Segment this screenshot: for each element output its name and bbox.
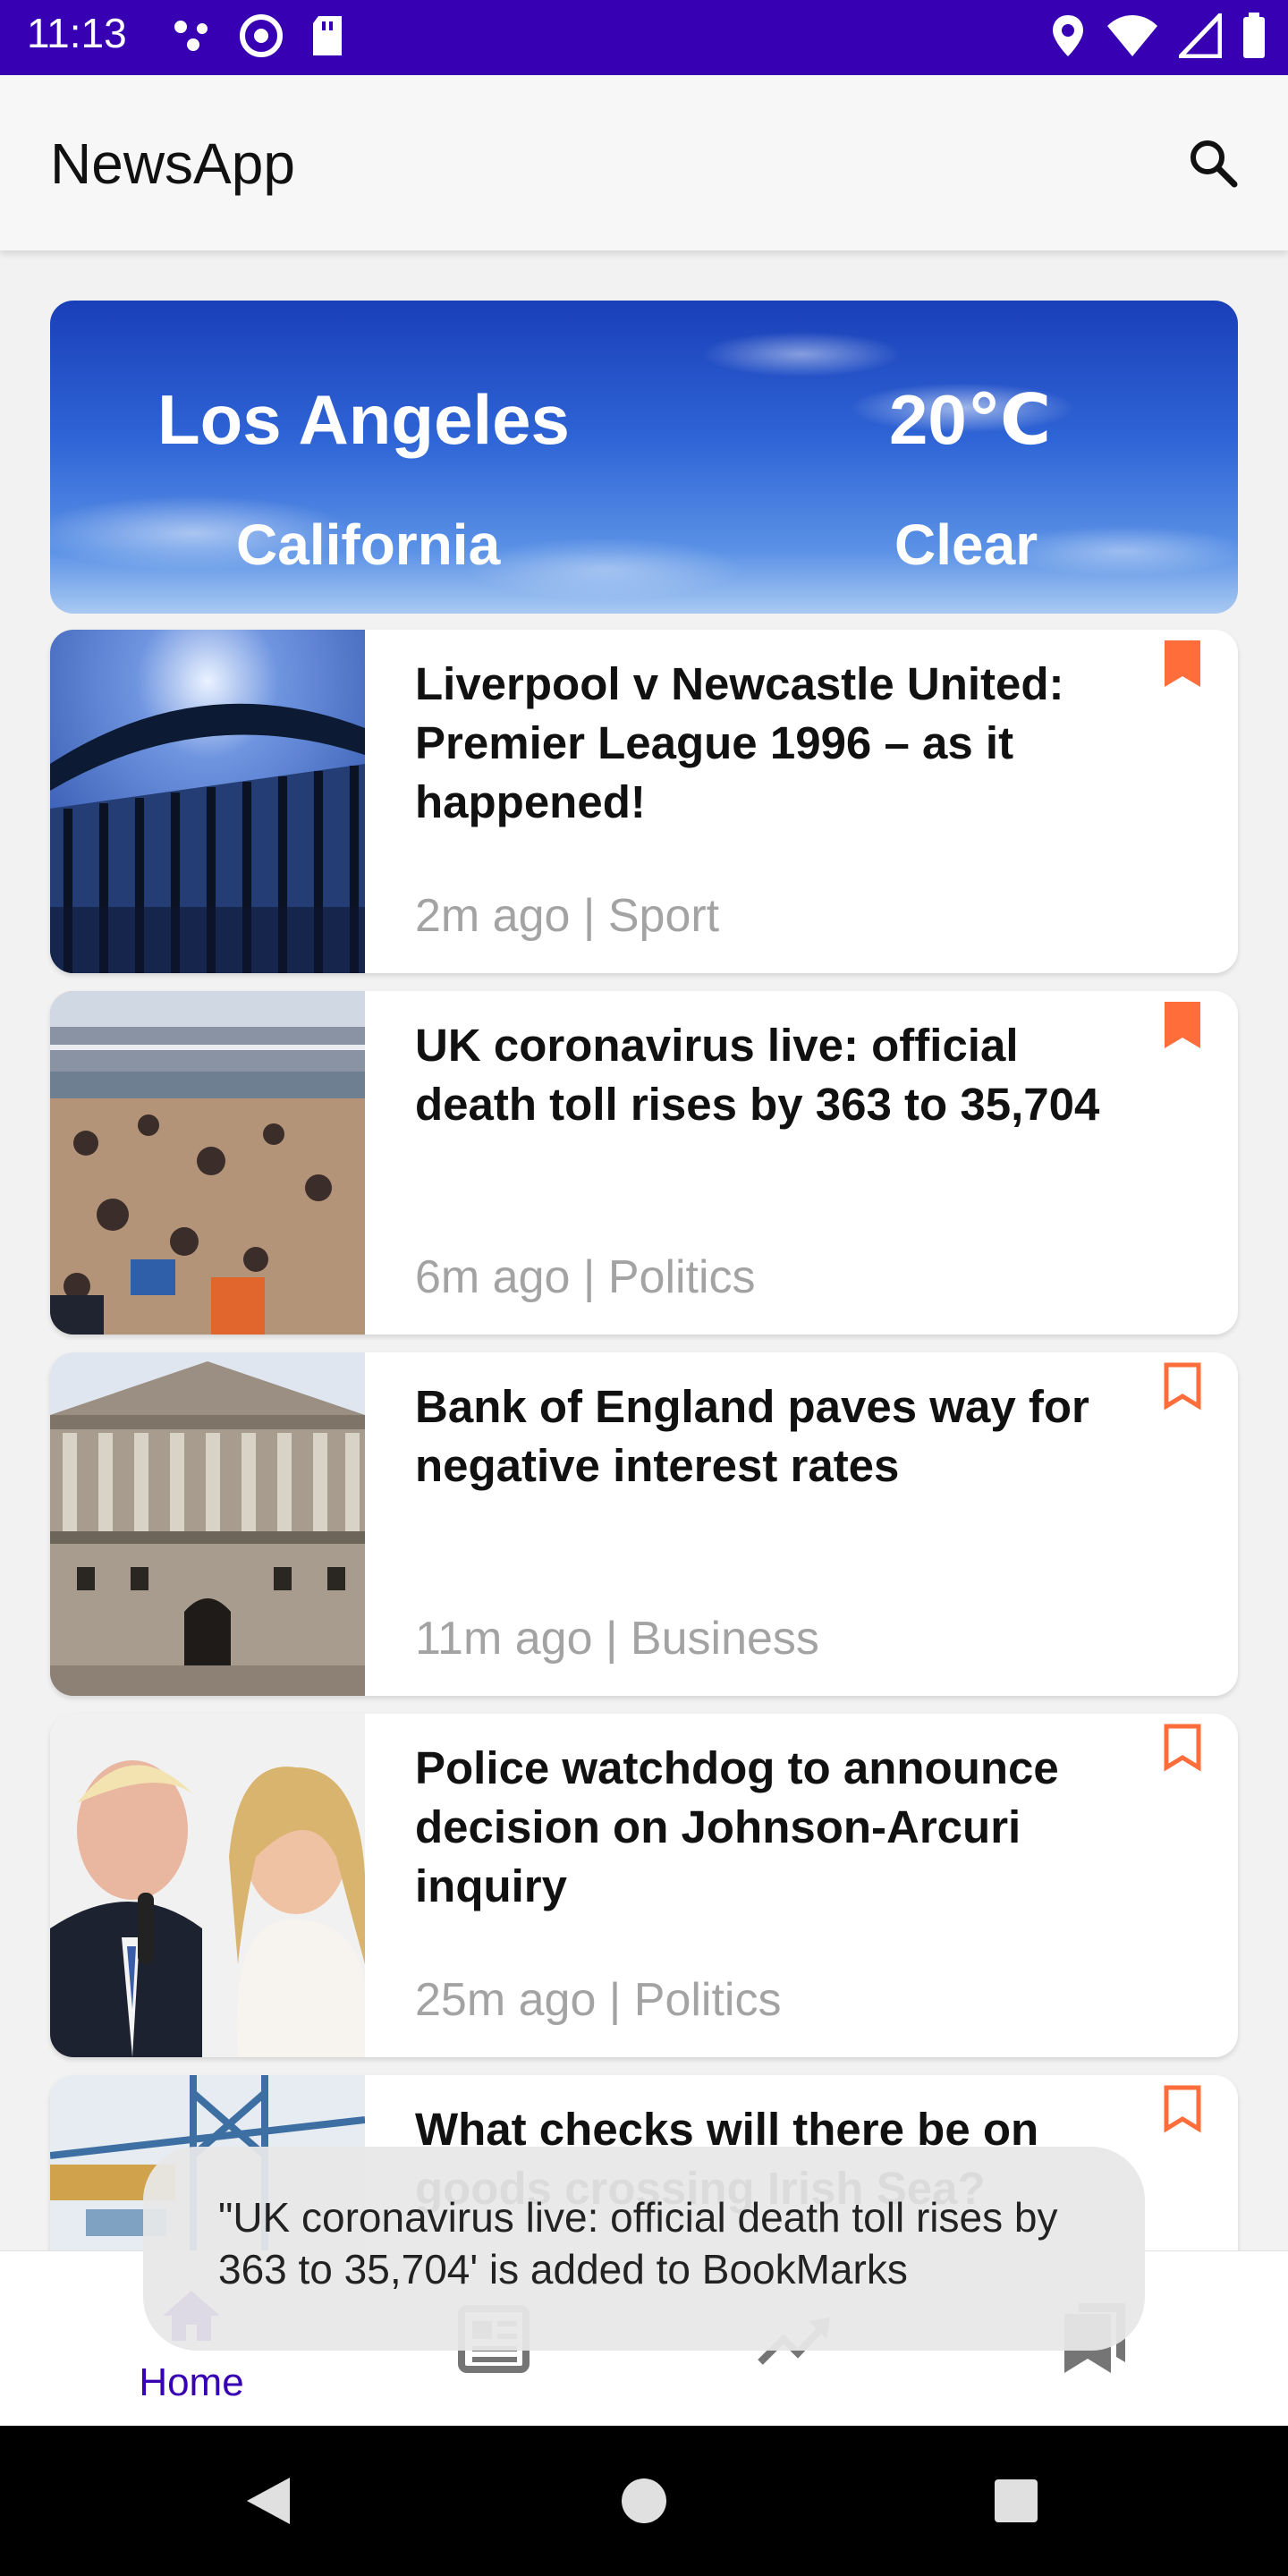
news-thumbnail: [50, 1714, 365, 2057]
recents-icon[interactable]: [991, 2474, 1041, 2528]
news-title: Police watchdog to announce decision on …: [415, 1742, 1059, 1911]
news-meta: 6m ago | Politics: [415, 1251, 756, 1303]
location-icon: [1053, 15, 1083, 56]
search-icon: [1191, 140, 1238, 188]
nav-home-label: Home: [139, 2360, 244, 2404]
sd-card-icon: [313, 16, 342, 55]
news-card[interactable]: Liverpool v Newcastle United: Premier Le…: [50, 630, 1238, 973]
status-notification-icons: [170, 13, 345, 59]
search-button[interactable]: [1184, 134, 1241, 191]
at-sign-icon: [240, 14, 283, 57]
news-thumbnail: [50, 630, 365, 973]
news-card[interactable]: UK coronavirus live: official death toll…: [50, 991, 1238, 1335]
news-meta: 2m ago | Sport: [415, 890, 720, 942]
news-thumbnail: [50, 991, 365, 1335]
status-time: 11:13: [27, 10, 127, 56]
status-bar: 11:13: [0, 0, 1288, 75]
system-navigation-bar: [0, 2426, 1288, 2576]
weather-state: California: [236, 513, 501, 577]
bookmark-outline-icon[interactable]: [1163, 2084, 1202, 2134]
app-bar: NewsApp: [0, 75, 1288, 250]
back-icon[interactable]: [243, 2474, 293, 2528]
bookmark-filled-icon[interactable]: [1163, 639, 1202, 689]
news-meta: 11m ago | Business: [415, 1613, 819, 1665]
bookmark-outline-icon[interactable]: [1163, 1723, 1202, 1773]
wifi-icon: [1107, 15, 1157, 56]
app-title: NewsApp: [50, 131, 295, 196]
news-meta: 25m ago | Politics: [415, 1974, 782, 2026]
news-card[interactable]: Police watchdog to announce decision on …: [50, 1714, 1238, 2057]
news-feed[interactable]: Los Angeles 20℃ California Clear Liverpo…: [0, 250, 1288, 2250]
bookmark-outline-icon[interactable]: [1163, 1361, 1202, 1411]
news-card[interactable]: Bank of England paves way for negative i…: [50, 1352, 1238, 1696]
bookmark-filled-icon[interactable]: [1163, 1000, 1202, 1050]
news-title: UK coronavirus live: official death toll…: [415, 1020, 1100, 1130]
news-title: Liverpool v Newcastle United: Premier Le…: [415, 658, 1064, 827]
weather-condition: Clear: [894, 513, 1038, 577]
status-system-icons: [1050, 13, 1267, 59]
news-thumbnail: [50, 1352, 365, 1696]
cast-dots-icon: [174, 21, 208, 51]
news-title: Bank of England paves way for negative i…: [415, 1381, 1089, 1491]
bookmark-toast: "UK coronavirus live: official death tol…: [143, 2147, 1145, 2351]
signal-icon: [1179, 13, 1222, 58]
weather-temperature: 20℃: [889, 380, 1052, 459]
home-circle-icon[interactable]: [621, 2474, 667, 2528]
weather-card[interactable]: Los Angeles 20℃ California Clear: [50, 301, 1238, 614]
battery-icon: [1243, 13, 1265, 58]
weather-city: Los Angeles: [157, 380, 570, 459]
